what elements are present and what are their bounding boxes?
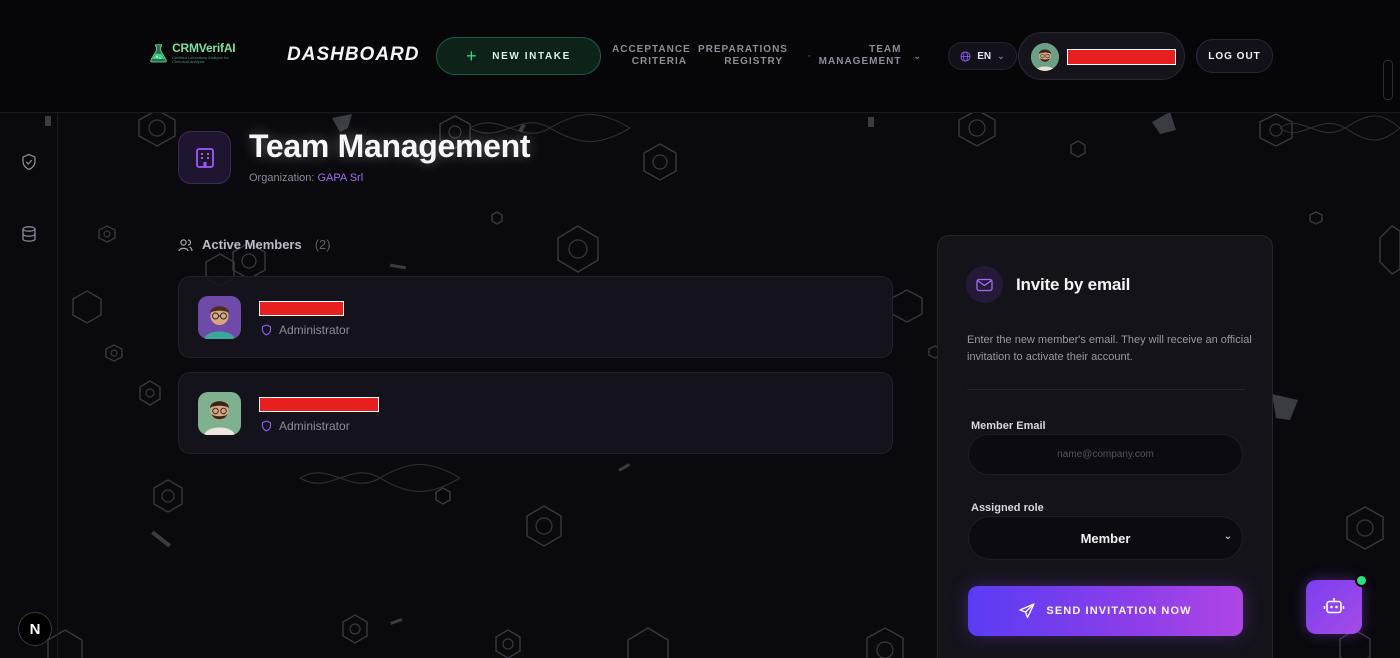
member-email-label: Member Email [971,420,1046,432]
page-title: Team Management [249,128,531,164]
invite-description: Enter the new member's email. They will … [967,334,1252,363]
nav-preparations-line1: PREPARATIONS [698,44,788,55]
assigned-role-value: Member [1080,530,1131,546]
invite-by-email-card: Invite by email Enter the new member's e… [937,235,1273,658]
member-card[interactable]: Administrator [178,276,893,358]
logo-subtext: Certified Laboratory Analysis for Chemic… [172,55,229,64]
member-card[interactable]: Administrator [178,372,893,454]
glasses-man-avatar-icon [198,296,241,339]
robot-icon [1323,598,1345,614]
shield-icon [261,420,272,432]
redacted-username [1067,49,1176,65]
chevron-down-icon: ⌄ [997,50,1005,61]
bearded-man-avatar-icon [1031,43,1059,71]
redacted-member-name [259,397,379,412]
building-icon-tile [178,131,231,184]
mail-icon [976,278,993,291]
nav-preparations-registry[interactable]: PREPARATIONS REGISTRY [698,44,788,68]
member-role: Administrator [261,323,350,337]
language-code: EN [977,50,992,62]
nav-team-line1: TEAM [869,44,902,55]
new-intake-button[interactable]: + NEW INTAKE [436,37,601,75]
send-invitation-label: SEND INVITATION NOW [1046,605,1192,617]
logo-name: CRMVerifAI [172,41,236,55]
nav-team-management[interactable]: TEAM MANAGEMENT ⌄ [808,44,922,68]
language-selector[interactable]: EN ⌄ [948,42,1017,70]
chevron-down-icon: ⌄ [913,51,922,61]
bearded-man-avatar-icon [198,392,241,435]
users-icon [178,238,193,251]
logout-button[interactable]: LOG OUT [1196,39,1273,73]
shield-icon [261,324,272,336]
assigned-role-select[interactable]: Member ⌄ [968,516,1243,560]
users-icon [808,54,811,58]
nav-team-line2: MANAGEMENT [818,56,902,67]
member-role-label: Administrator [279,419,350,433]
member-email-input[interactable] [968,434,1243,475]
invite-title: Invite by email [1016,275,1131,294]
scrollbar[interactable] [1383,60,1393,100]
assigned-role-label: Assigned role [971,502,1044,514]
online-status-dot [1355,574,1368,587]
top-navigation-bar: CRMVerifAI Certified Laboratory Analysis… [0,0,1400,113]
nav-acceptance-line2: CRITERIA [631,56,687,67]
left-sidebar [0,113,58,658]
user-avatar [1031,43,1059,71]
nav-acceptance-line1: ACCEPTANCE [612,44,691,55]
flask-logo-icon [150,44,167,63]
member-avatar [198,296,241,339]
plus-icon: + [466,46,479,66]
globe-icon [960,50,971,62]
organization-label: Organization: [249,172,315,184]
active-members-label: Active Members [202,237,302,252]
building-icon [195,147,214,168]
mail-icon-tile [966,266,1003,303]
send-invitation-button[interactable]: SEND INVITATION NOW [968,586,1243,636]
ai-assistant-button[interactable] [1306,574,1368,634]
member-role: Administrator [261,419,350,433]
app-logo[interactable]: CRMVerifAI Certified Laboratory Analysis… [148,38,240,68]
dashboard-link[interactable]: DASHBOARD [287,44,420,66]
active-members-count: (2) [314,237,331,252]
send-icon [1019,603,1036,619]
framework-badge[interactable]: N [18,612,52,646]
member-avatar [198,392,241,435]
nav-preparations-line2: REGISTRY [724,56,783,67]
user-profile-pill[interactable] [1018,32,1185,80]
member-role-label: Administrator [279,323,350,337]
nav-acceptance-criteria[interactable]: ACCEPTANCE CRITERIA [612,44,691,68]
organization-name: GAPA Srl [317,172,364,184]
active-members-header: Active Members (2) [178,237,331,252]
shield-check-icon[interactable] [20,153,38,171]
new-intake-label: NEW INTAKE [492,50,571,62]
organization-line: Organization: GAPA Srl [249,172,363,184]
database-icon[interactable] [20,225,38,243]
divider [967,389,1245,390]
redacted-member-name [259,301,344,316]
chevron-down-icon: ⌄ [1223,531,1232,542]
